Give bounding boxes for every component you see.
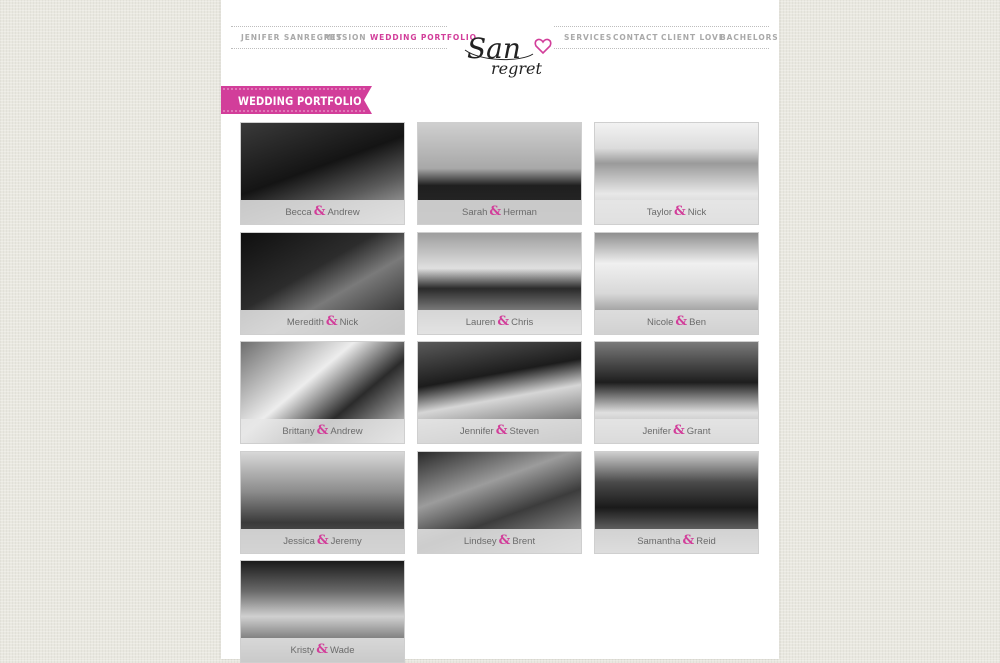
couple-caption: Sarah & Herman [418,200,581,224]
couple-name-second: Chris [511,316,534,328]
couple-name-first: Jenifer [642,426,671,437]
portfolio-card[interactable]: Brittany & Andrew [240,341,405,444]
couple-name-second: Nick [339,316,359,328]
nav-link-services[interactable]: SERVICES [564,33,612,42]
couple-name-first: Jennifer [459,426,494,437]
portfolio-card[interactable]: Jessica & Jeremy [240,450,405,554]
ampersand-icon: & [495,423,508,438]
portfolio-card[interactable]: Meredith & Nick [240,231,405,335]
nav-divider [554,26,769,27]
couple-caption: Jessica & Jeremy [241,528,404,553]
couple-caption: Becca & Andrew [241,200,404,224]
ampersand-icon: & [498,532,511,548]
couple-name-second: Grant [686,426,711,437]
ampersand-icon: & [316,532,329,548]
heart-icon [534,38,552,55]
couple-name-first: Lauren [465,316,496,328]
page-container: JENIFER SANREGRET MISSION WEDDING PORTFO… [221,0,779,663]
couple-name-first: Meredith [286,316,324,328]
portfolio-card[interactable]: Nicole & Ben [594,231,759,335]
ampersand-icon: & [675,313,688,329]
ampersand-icon: & [497,313,510,329]
couple-name-second: Ben [689,316,707,328]
ampersand-icon: & [313,204,326,219]
nav-link-mission[interactable]: MISSION [324,33,366,42]
portfolio-card[interactable]: Jennifer & Steven [417,341,582,444]
couple-caption: Brittany & Andrew [241,419,404,443]
portfolio-card[interactable]: Taylor & Nick [594,122,759,225]
couple-name-second: Andrew [330,426,363,437]
portfolio-card[interactable]: Lauren & Chris [417,231,582,335]
couple-caption: Kristy & Wade [241,638,404,662]
couple-name-second: Reid [696,535,716,547]
portfolio-card[interactable]: Lindsey & Brent [417,450,582,554]
ampersand-icon: & [316,423,329,438]
nav-link-bachelors[interactable]: BACHELORS [720,33,779,42]
couple-caption: Jenifer & Grant [595,419,758,443]
portfolio-card[interactable]: Samantha & Reid [594,450,759,554]
couple-name-first: Brittany [282,426,315,437]
ampersand-icon: & [316,642,329,657]
couple-caption: Samantha & Reid [595,528,758,553]
nav-divider [554,48,769,49]
portfolio-card[interactable]: Kristy & Wade [240,560,405,663]
portfolio-card[interactable]: Becca & Andrew [240,122,405,225]
ampersand-icon: & [489,204,502,219]
couple-caption: Lindsey & Brent [418,528,581,553]
svg-text:regret: regret [491,59,542,78]
couple-name-first: Nicole [646,316,674,328]
portfolio-card[interactable]: Jenifer & Grant [594,341,759,444]
couple-name-first: Sarah [462,207,488,218]
couple-name-first: Taylor [646,207,673,218]
couple-caption: Taylor & Nick [595,200,758,224]
couple-name-second: Brent [512,535,536,547]
top-navigation: JENIFER SANREGRET MISSION WEDDING PORTFO… [231,26,778,78]
nav-divider [231,48,447,49]
couple-name-first: Samantha [637,535,681,547]
nav-link-contact[interactable]: CONTACT [613,33,658,42]
couple-name-second: Andrew [327,207,360,218]
couple-caption: Lauren & Chris [418,309,581,334]
san-regret-logo[interactable]: San regret [461,32,561,92]
couple-name-first: Kristy [290,645,315,656]
section-title: WEDDING PORTFOLIO [238,94,362,108]
couple-name-second: Wade [330,645,355,656]
couple-name-first: Becca [285,207,312,218]
ampersand-icon: & [673,423,685,438]
couple-name-second: Herman [503,207,537,218]
ampersand-icon: & [674,204,686,219]
section-ribbon: WEDDING PORTFOLIO [221,86,372,114]
nav-divider [231,26,447,27]
ampersand-icon: & [325,313,338,329]
couple-name-first: Lindsey [463,535,497,547]
couple-caption: Nicole & Ben [595,309,758,334]
couple-name-second: Nick [687,207,707,218]
couple-name-first: Jessica [283,535,315,547]
nav-link-client-love[interactable]: CLIENT LOVE [661,33,725,42]
couple-caption: Meredith & Nick [241,309,404,334]
couple-name-second: Jeremy [330,535,362,547]
couple-name-second: Steven [509,426,540,437]
ampersand-icon: & [682,532,695,548]
portfolio-card[interactable]: Sarah & Herman [417,122,582,225]
couple-caption: Jennifer & Steven [418,419,581,443]
